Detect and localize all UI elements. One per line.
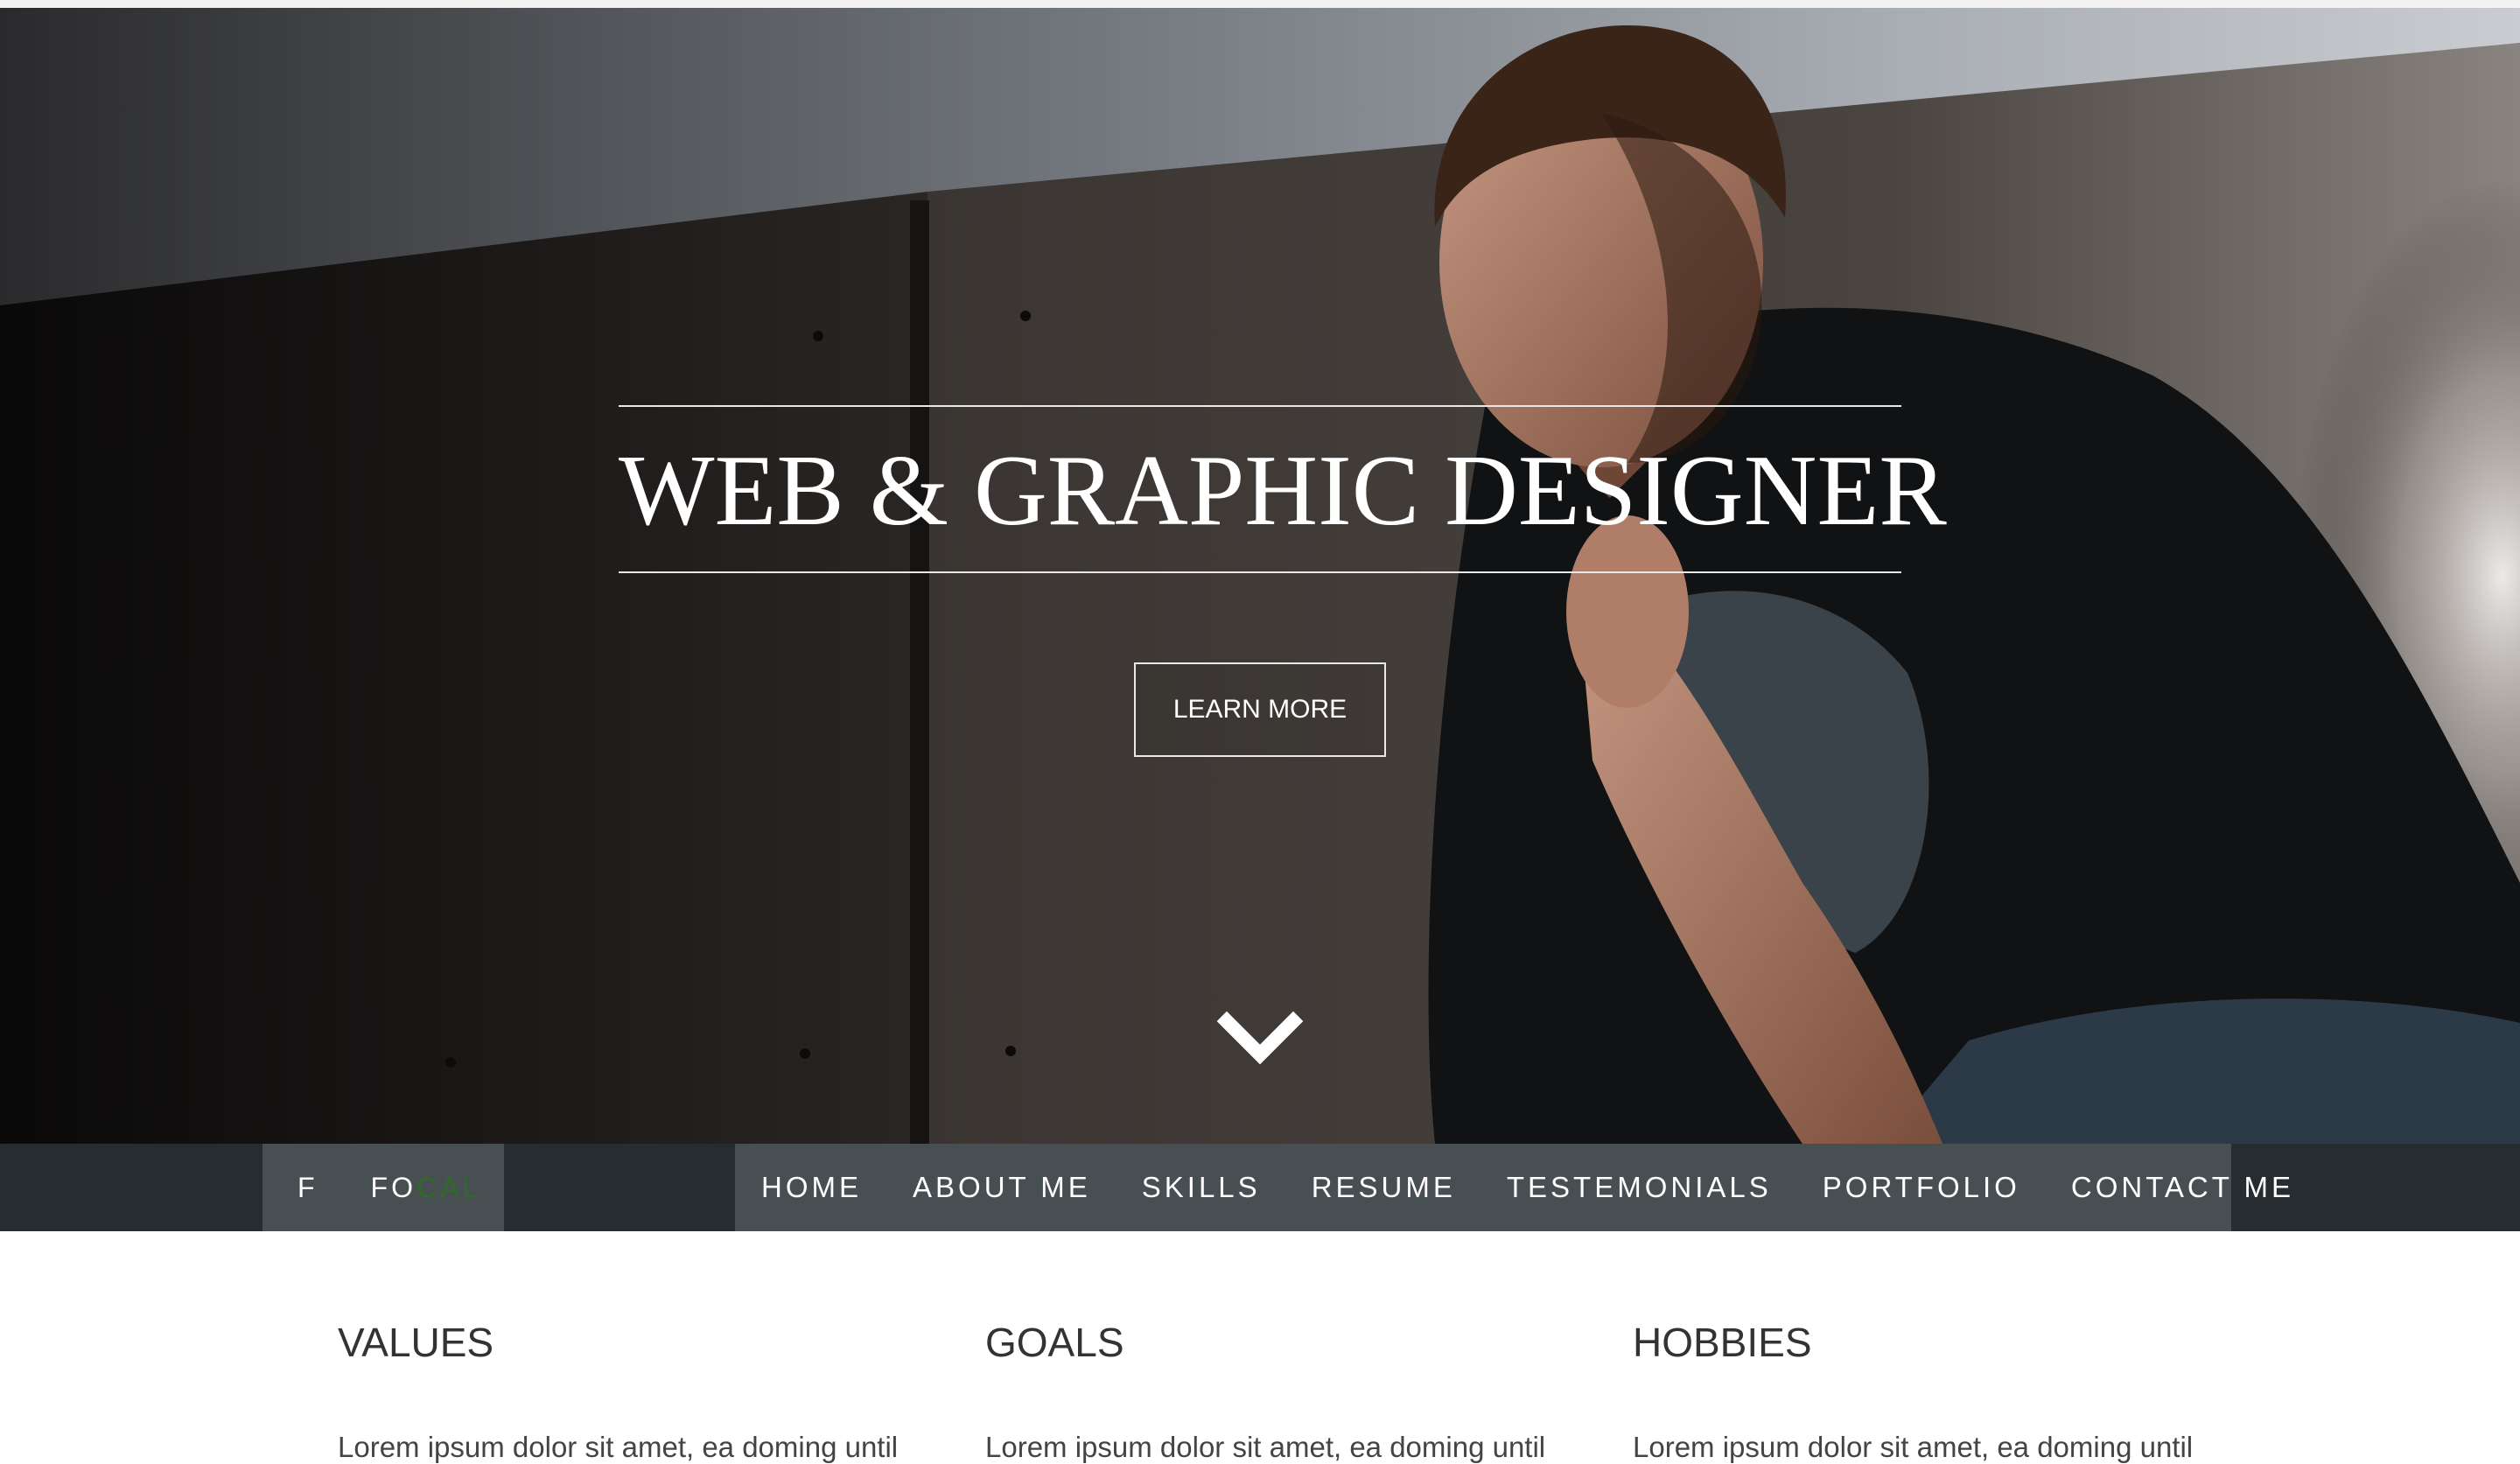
- hobbies-text: Lorem ipsum dolor sit amet, ea doming un…: [1633, 1431, 2194, 1463]
- chevron-down-icon[interactable]: [1216, 1009, 1304, 1070]
- brand-logo[interactable]: F FO CAL: [262, 1144, 504, 1231]
- headline-block: WEB & GRAPHIC DESIGNER: [619, 405, 1947, 580]
- nav-item-contact-me[interactable]: CONTACT ME: [2071, 1171, 2294, 1204]
- goals-heading: GOALS: [985, 1320, 1124, 1365]
- about-section: VALUES Lorem ipsum dolor sit amet, ea do…: [0, 1231, 2520, 1463]
- headline-top-rule: [619, 405, 1901, 407]
- nav-item-portfolio[interactable]: PORTFOLIO: [1823, 1171, 2020, 1204]
- brand-initial: F: [298, 1171, 318, 1203]
- nav-menu: HOME ABOUT ME SKILLS RESUME TESTEMONIALS…: [735, 1144, 2291, 1231]
- hobbies-heading: HOBBIES: [1633, 1320, 1812, 1365]
- main-navbar: F FO CAL HOME ABOUT ME SKILLS RESUME TEST…: [0, 1144, 2520, 1231]
- nav-item-skills[interactable]: SKILLS: [1142, 1171, 1261, 1204]
- nav-item-resume[interactable]: RESUME: [1312, 1171, 1456, 1204]
- top-strip: [0, 0, 2520, 8]
- values-text: Lorem ipsum dolor sit amet, ea doming un…: [338, 1431, 899, 1463]
- nav-item-testemonials[interactable]: TESTEMONIALS: [1507, 1171, 1772, 1204]
- values-heading: VALUES: [338, 1320, 494, 1365]
- brand-accent: CAL: [416, 1171, 482, 1203]
- goals-text: Lorem ipsum dolor sit amet, ea doming un…: [985, 1431, 1546, 1463]
- learn-more-button[interactable]: LEARN MORE: [1134, 662, 1386, 757]
- hero-section: WEB & GRAPHIC DESIGNER LEARN MORE: [0, 8, 2520, 1144]
- headline-bottom-rule: [619, 571, 1901, 573]
- nav-item-about-me[interactable]: ABOUT ME: [913, 1171, 1091, 1204]
- nav-item-home[interactable]: HOME: [761, 1171, 862, 1204]
- hero-headline: WEB & GRAPHIC DESIGNER: [619, 435, 1947, 547]
- brand-prefix: FO: [370, 1171, 416, 1203]
